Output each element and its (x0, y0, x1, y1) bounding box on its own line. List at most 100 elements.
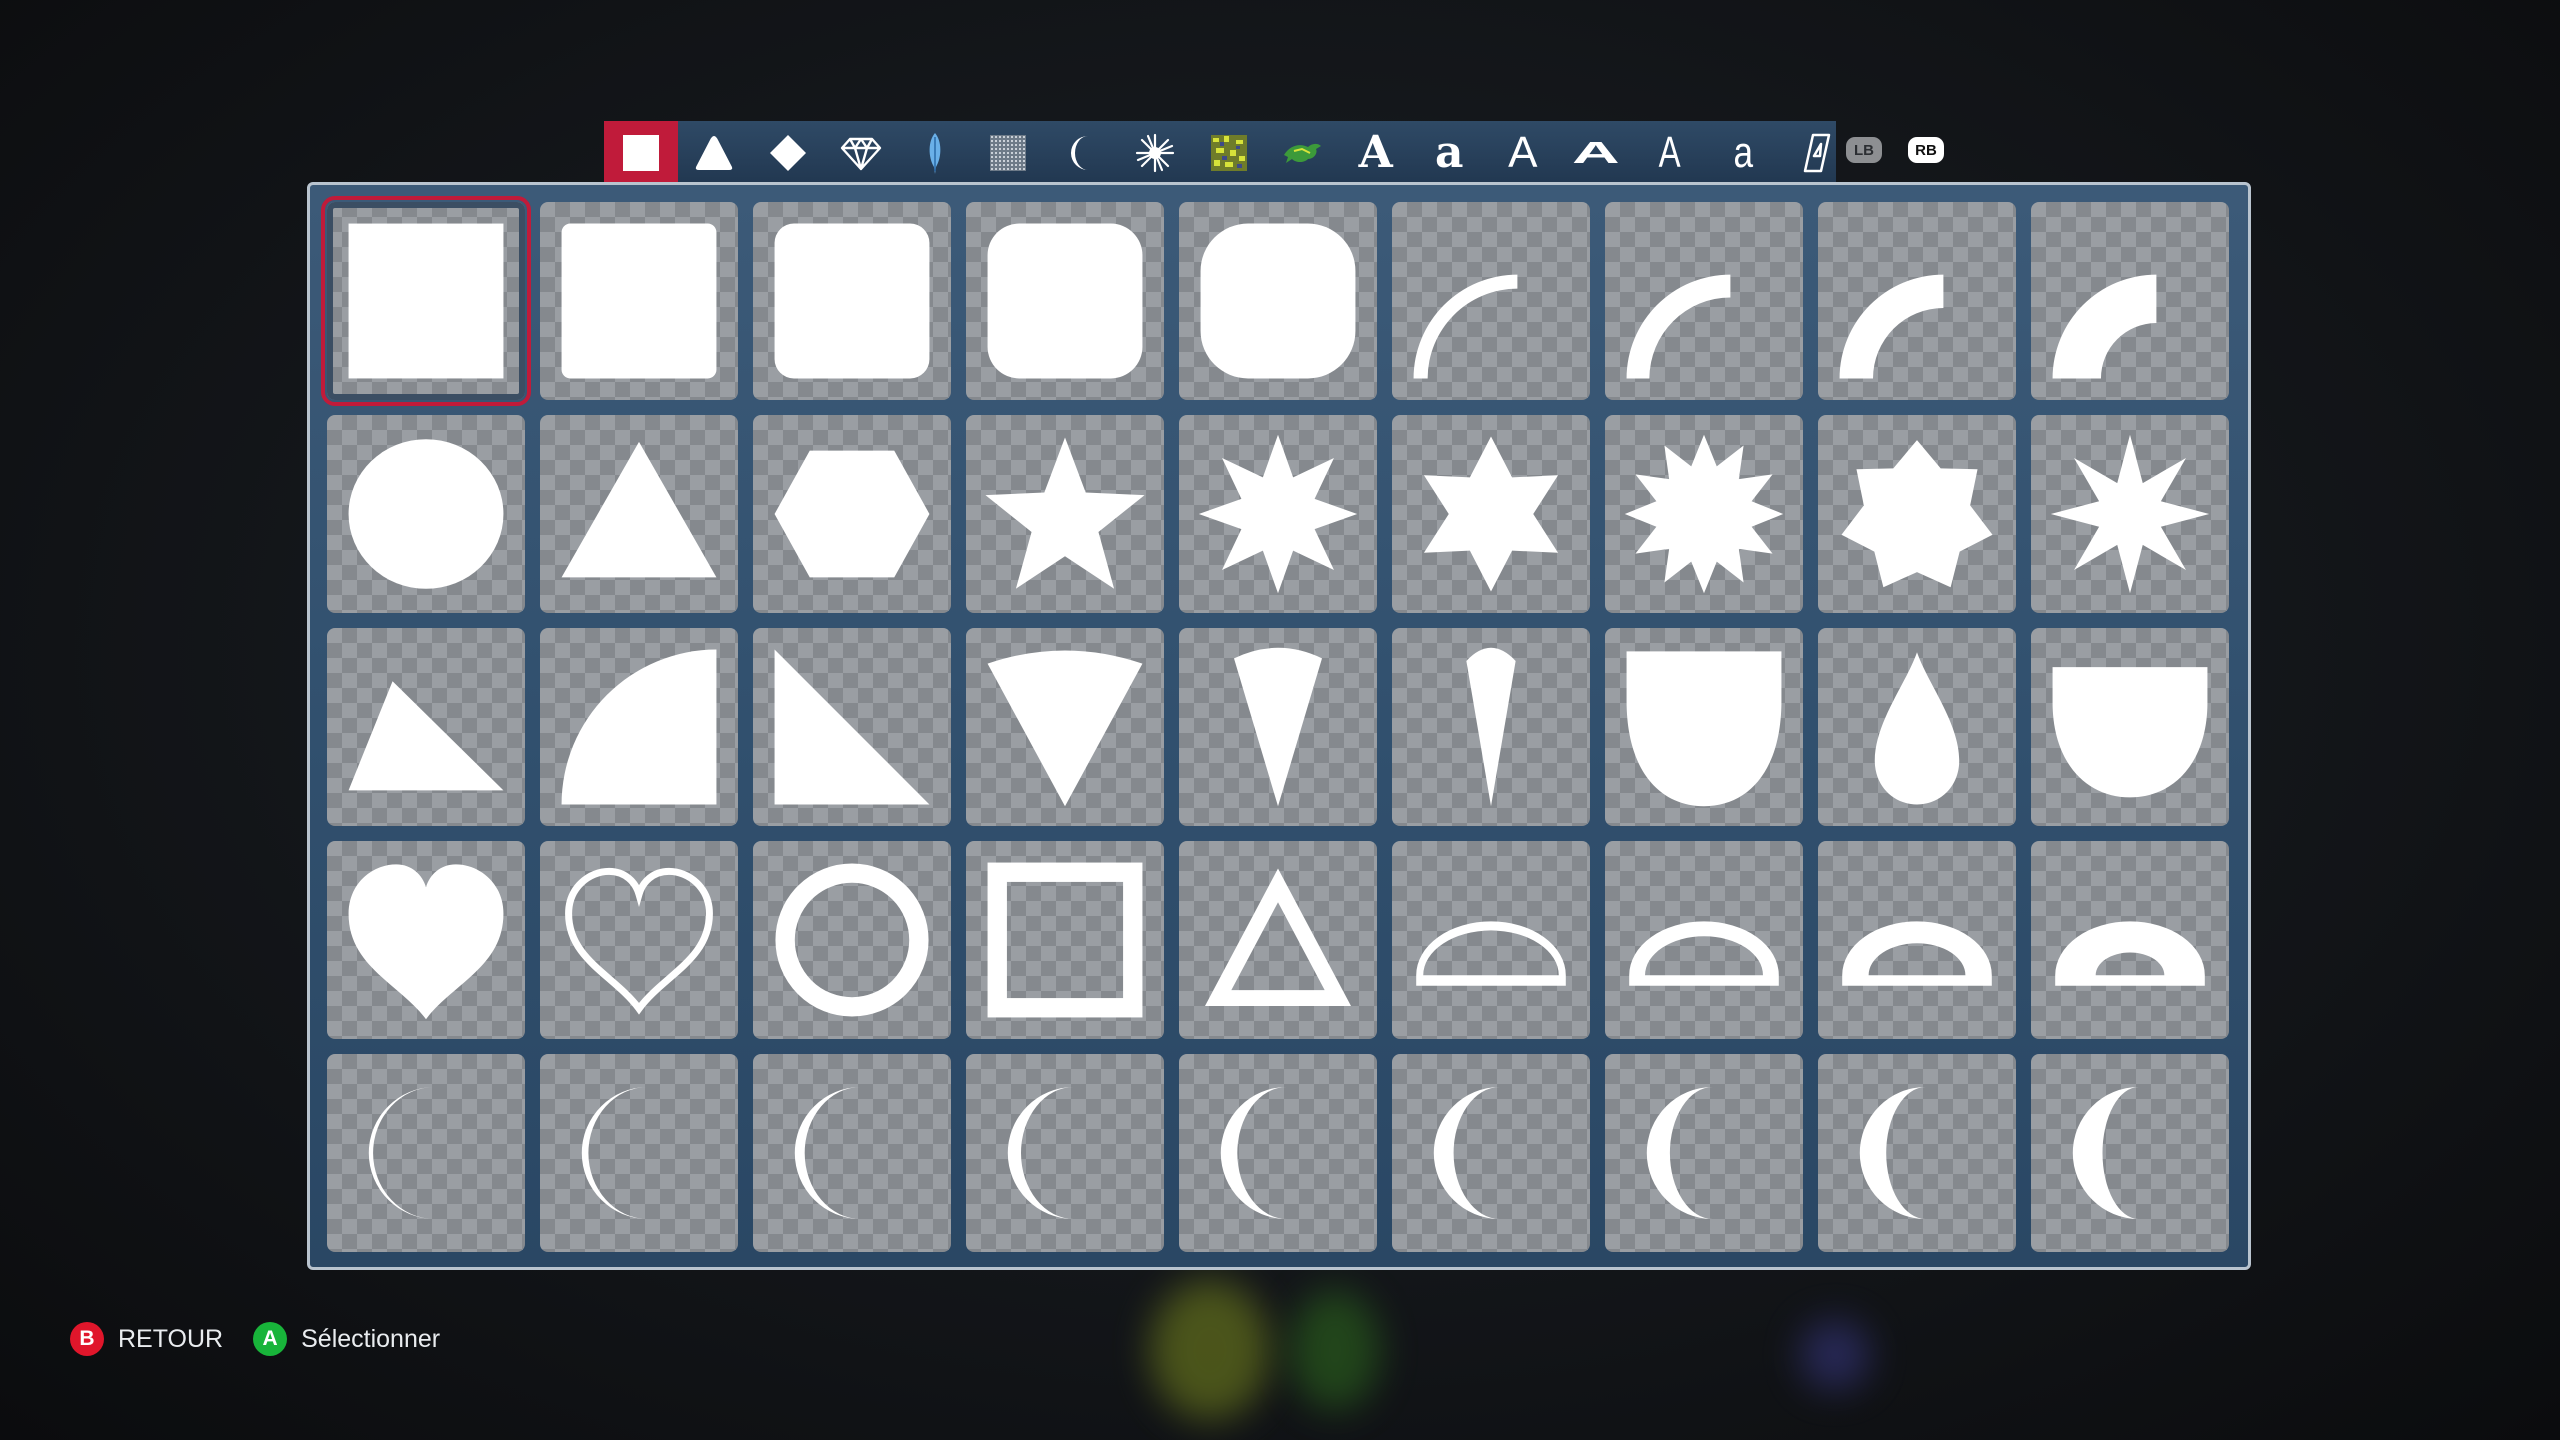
lb-button-icon[interactable]: LB (1846, 137, 1882, 163)
shape-cell[interactable] (966, 1054, 1164, 1252)
heart-outline-shape (565, 867, 713, 1015)
crescent-7-shape (1646, 1087, 1713, 1219)
b-button-icon[interactable]: B (70, 1322, 104, 1356)
shape-cell[interactable] (540, 628, 738, 826)
rb-button-icon[interactable]: RB (1908, 137, 1944, 163)
shape-cell[interactable] (753, 202, 951, 400)
shape-cell[interactable] (966, 628, 1164, 826)
shape-cell[interactable] (1818, 202, 2016, 400)
tab-font-sans[interactable]: A (1486, 121, 1560, 185)
a-button-icon[interactable]: A (253, 1322, 288, 1356)
tab-font-wide[interactable]: A (1560, 121, 1634, 185)
crescent-1-shape (368, 1087, 435, 1219)
shape-cell[interactable] (1392, 628, 1590, 826)
crescent-3-shape (794, 1087, 861, 1219)
square-rounded-2-shape (774, 223, 930, 379)
shape-cell[interactable] (1179, 415, 1377, 613)
crescent-9-shape (2072, 1087, 2139, 1219)
shape-cell[interactable] (321, 196, 531, 406)
triangle-shape (561, 441, 717, 578)
square-sharp-shape (348, 223, 504, 379)
shape-cell[interactable] (1818, 841, 2016, 1039)
shape-cell[interactable] (1392, 415, 1590, 613)
shape-cell[interactable] (1605, 415, 1803, 613)
shape-cell[interactable] (327, 841, 525, 1039)
back-label[interactable]: RETOUR (118, 1325, 223, 1354)
arc-thin-shape (1413, 274, 1518, 379)
font-gothic-icon: A (1358, 127, 1393, 178)
shape-cell[interactable] (2031, 202, 2229, 400)
shape-cell[interactable] (540, 415, 738, 613)
shape-cell[interactable] (1179, 1054, 1377, 1252)
circle-shape (348, 439, 504, 589)
shape-cell[interactable] (753, 1054, 951, 1252)
star-6-shape (1423, 436, 1559, 592)
tab-vinyls[interactable] (1266, 121, 1340, 185)
tab-gems[interactable] (825, 121, 899, 185)
font-lower-icon: a (1733, 128, 1754, 177)
shape-cell[interactable] (1605, 841, 1803, 1039)
tab-splashes[interactable] (1119, 121, 1193, 185)
background-blur (1800, 1320, 1870, 1390)
tab-font-outline[interactable] (1780, 121, 1854, 185)
shape-cell[interactable] (753, 415, 951, 613)
tab-diamonds[interactable] (751, 121, 825, 185)
font-wide-icon: A (1572, 135, 1621, 170)
shape-cell[interactable] (1818, 1054, 2016, 1252)
tab-textures[interactable] (972, 121, 1046, 185)
bowl-shape (2052, 667, 2208, 798)
tab-font-blackletter[interactable]: a (1413, 121, 1487, 185)
wedge-wide-shape (987, 650, 1143, 807)
shape-cell[interactable] (753, 841, 951, 1039)
tab-font-narrow[interactable]: A (1633, 121, 1707, 185)
square-icon (622, 135, 659, 171)
crescent-6-shape (1433, 1087, 1500, 1219)
right-triangle-shape (774, 649, 930, 805)
shape-cell[interactable] (966, 415, 1164, 613)
shape-cell[interactable] (1179, 202, 1377, 400)
feather-icon (929, 133, 941, 174)
tab-triangles[interactable] (678, 121, 752, 185)
shape-cell[interactable] (1818, 628, 2016, 826)
font-outline-icon (1803, 133, 1830, 173)
shape-cell[interactable] (1179, 841, 1377, 1039)
tab-font-gothic[interactable]: A (1339, 121, 1413, 185)
shape-cell[interactable] (327, 415, 525, 613)
shield-shape (1626, 651, 1782, 807)
tab-crescents[interactable] (1045, 121, 1119, 185)
shape-cell[interactable] (2031, 1054, 2229, 1252)
shape-cell[interactable] (2031, 415, 2229, 613)
shape-cell[interactable] (1392, 1054, 1590, 1252)
shape-cell[interactable] (1605, 202, 1803, 400)
background-blur (1150, 1280, 1270, 1420)
square-outline-shape (987, 862, 1143, 1018)
shape-cell[interactable] (540, 1054, 738, 1252)
shape-cell[interactable] (327, 628, 525, 826)
quarter-circle-shape (561, 649, 717, 805)
shape-cell[interactable] (966, 841, 1164, 1039)
crescent-2-shape (581, 1087, 648, 1219)
shape-cell[interactable] (2031, 628, 2229, 826)
tab-squares[interactable] (604, 121, 678, 185)
shape-cell[interactable] (540, 202, 738, 400)
square-rounded-1-shape (561, 223, 717, 379)
star-8-shape (1198, 434, 1358, 594)
select-label[interactable]: Sélectionner (301, 1325, 440, 1354)
tab-patterns[interactable] (1192, 121, 1266, 185)
shape-cell[interactable] (540, 841, 738, 1039)
shape-cell[interactable] (327, 1054, 525, 1252)
shape-cell[interactable] (966, 202, 1164, 400)
tab-feathers[interactable] (898, 121, 972, 185)
shape-cell[interactable] (2031, 841, 2229, 1039)
shape-cell[interactable] (1392, 202, 1590, 400)
shape-cell[interactable] (753, 628, 951, 826)
shape-cell[interactable] (1392, 841, 1590, 1039)
half-ring-thickest-shape (2055, 921, 2205, 986)
tab-font-lower[interactable]: a (1707, 121, 1781, 185)
crescent-5-shape (1220, 1087, 1287, 1219)
shape-cell[interactable] (1179, 628, 1377, 826)
triangle-outline-shape (1204, 868, 1352, 1006)
shape-cell[interactable] (1605, 1054, 1803, 1252)
shape-cell[interactable] (1818, 415, 2016, 613)
shape-cell[interactable] (1605, 628, 1803, 826)
